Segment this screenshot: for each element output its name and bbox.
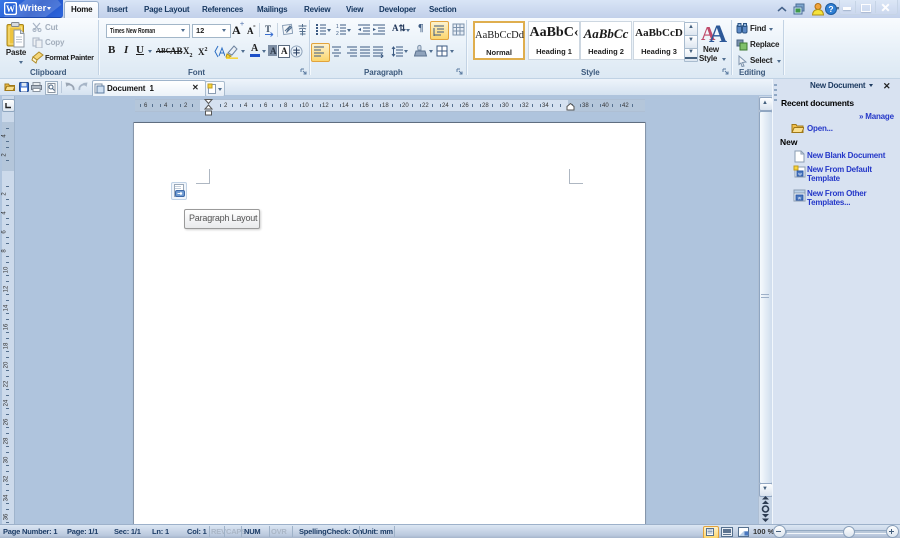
svg-text:T: T xyxy=(265,24,271,34)
svg-text:W: W xyxy=(6,4,15,14)
svg-text:2: 2 xyxy=(336,31,339,36)
svg-text:1: 1 xyxy=(336,24,339,30)
svg-text:?: ? xyxy=(828,4,833,14)
